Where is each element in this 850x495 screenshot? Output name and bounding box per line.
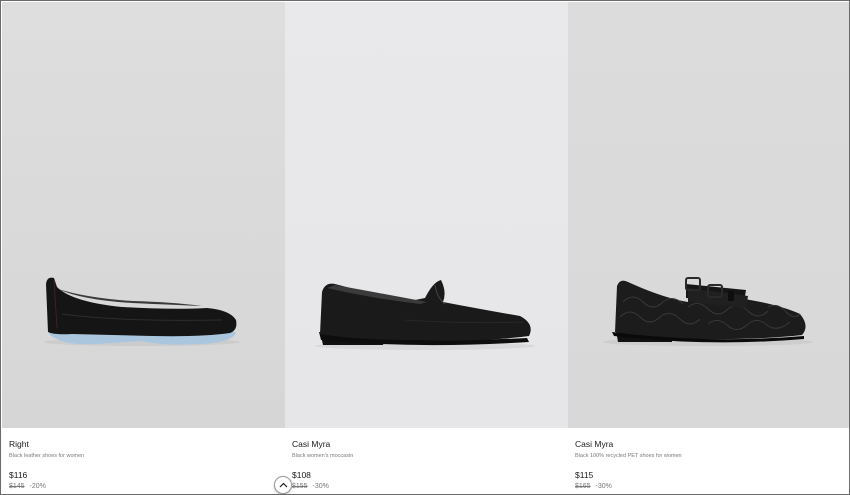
discount-badge: -30% — [312, 483, 329, 490]
product-info: Right Black leather shoes for women $116… — [9, 439, 279, 492]
product-price: $115 — [575, 470, 594, 480]
price-row: $155 -30% — [292, 482, 562, 492]
product-name[interactable]: Right — [9, 439, 279, 450]
moccasin-shoe-icon — [315, 280, 535, 350]
product-description: Black women's moccasin — [292, 453, 354, 459]
product-image[interactable] — [568, 2, 849, 428]
price-row: $165 -30% — [575, 482, 844, 492]
product-info: Casi Myra Black 100% recycled PET shoes … — [575, 439, 844, 492]
product-card-right[interactable]: Right Black leather shoes for women $116… — [2, 2, 285, 494]
original-price: $145 — [9, 483, 25, 490]
product-card-casi-myra-recycled[interactable]: Casi Myra Black 100% recycled PET shoes … — [568, 2, 849, 494]
mary-jane-shoe-icon — [603, 277, 813, 346]
product-grid: Right Black leather shoes for women $116… — [2, 2, 849, 494]
scroll-to-top-button[interactable] — [274, 476, 292, 494]
product-image[interactable] — [285, 2, 568, 428]
discount-badge: -20% — [29, 483, 46, 490]
ballet-flat-shoe-icon — [44, 277, 240, 346]
page-frame: Right Black leather shoes for women $116… — [0, 0, 850, 495]
product-name[interactable]: Casi Myra — [575, 439, 844, 450]
product-description: Black leather shoes for women — [9, 453, 85, 459]
product-price: $108 — [292, 470, 311, 480]
product-price: $116 — [9, 470, 28, 480]
product-image[interactable] — [2, 2, 285, 428]
product-name[interactable]: Casi Myra — [292, 439, 562, 450]
product-description: Black 100% recycled PET shoes for women — [575, 453, 682, 459]
discount-badge: -30% — [595, 483, 612, 490]
product-card-casi-myra-moccasin[interactable]: Casi Myra Black women's moccasin $108 $1… — [285, 2, 568, 494]
original-price: $165 — [575, 483, 591, 490]
price-row: $145 -20% — [9, 482, 279, 492]
original-price: $155 — [292, 483, 308, 490]
product-info: Casi Myra Black women's moccasin $108 $1… — [292, 439, 562, 492]
chevron-up-icon — [279, 482, 287, 488]
